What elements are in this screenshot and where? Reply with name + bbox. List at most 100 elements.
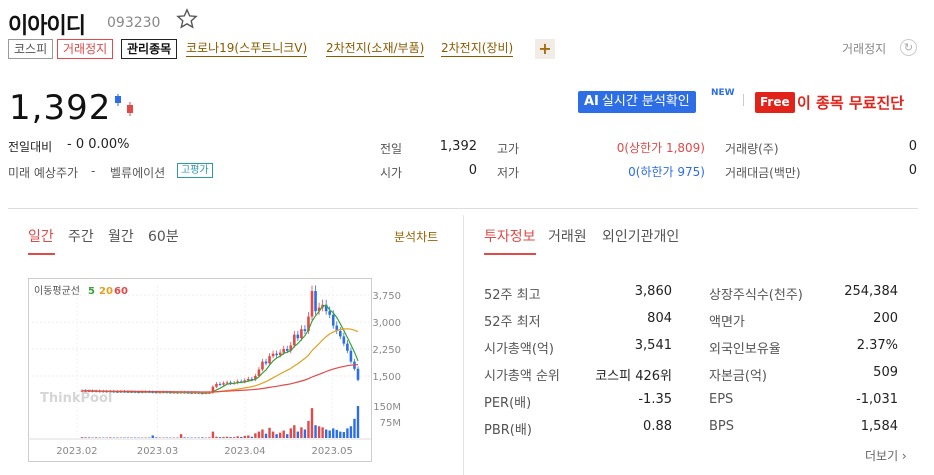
- volume-bar: [250, 436, 254, 438]
- volume-bar: [264, 433, 268, 438]
- stock-name: 이아이디: [8, 14, 86, 39]
- volume-bar: [155, 437, 158, 438]
- candle-body: [282, 349, 285, 353]
- more-link[interactable]: 더보기 ›: [865, 447, 907, 464]
- volume-bar: [218, 437, 222, 438]
- investment-value: 509: [873, 365, 898, 380]
- theme-link-covid[interactable]: 코로나19(스푸트니크V): [186, 40, 308, 57]
- volume-bar: [179, 434, 183, 438]
- favorite-star-icon[interactable]: [176, 8, 198, 30]
- tab-investor-types[interactable]: 외인기관개인: [602, 226, 679, 246]
- add-theme-button[interactable]: +: [535, 39, 555, 59]
- analysis-chart-link[interactable]: 분석차트: [394, 228, 438, 245]
- valuation-label: 벨류에이션: [110, 166, 166, 180]
- price-chart[interactable]: 3,750 3,000 2,250 1,500 150M 75M 2023.02 2023.…: [28, 278, 402, 462]
- investment-label: 자본금(억): [709, 369, 767, 384]
- volume-bar: [303, 429, 307, 438]
- investment-value: 코스피 426위: [595, 369, 672, 384]
- volume-bar: [339, 431, 342, 438]
- volume-bar: [151, 435, 154, 438]
- prev-close-value: 1,392: [439, 139, 477, 154]
- open-label: 시가: [380, 166, 403, 180]
- candle-body: [328, 311, 331, 315]
- volume-bar: [268, 427, 271, 438]
- theme-link-battery-materials[interactable]: 2차전지(소재/부품): [326, 40, 425, 57]
- volume-bar: [222, 436, 225, 438]
- volume-bar: [328, 430, 331, 438]
- free-badge[interactable]: Free: [755, 92, 795, 113]
- ai-analysis-button[interactable]: AI 실시간 분석확인: [578, 91, 696, 113]
- volume-tick-label: 75M: [380, 418, 401, 429]
- current-price: 1,392: [9, 88, 112, 128]
- candle-body: [225, 382, 229, 384]
- candle-body: [314, 291, 317, 312]
- volume-bar: [293, 425, 296, 438]
- volume-bar: [275, 434, 278, 438]
- volume-bar: [236, 436, 239, 438]
- candle-body: [293, 334, 296, 346]
- investment-value: 1,584: [860, 419, 898, 434]
- candle-body: [257, 369, 261, 376]
- volume-bar: [229, 437, 232, 438]
- ma60-label: 60: [114, 286, 128, 297]
- candlestick-icon[interactable]: [112, 92, 138, 118]
- future-price-value: -: [91, 164, 96, 178]
- candle-body: [264, 361, 268, 364]
- investment-value: 804: [647, 311, 672, 326]
- volume-bar: [282, 430, 285, 438]
- section-divider: [8, 208, 918, 209]
- ai-prefix: AI: [584, 94, 599, 109]
- volume-bar: [84, 437, 87, 438]
- volume-bar: [300, 427, 303, 438]
- free-diagnosis-link[interactable]: 이 종목 무료진단: [797, 92, 904, 113]
- tab-daily[interactable]: 일간: [28, 226, 54, 246]
- change-label: 전일대비: [8, 140, 53, 154]
- volume-bar: [80, 437, 84, 438]
- column-divider: [463, 215, 464, 475]
- volume-bar: [307, 420, 310, 438]
- investment-value: 200: [873, 311, 898, 326]
- investment-label: 52주 최저: [484, 315, 541, 330]
- theme-link-battery-equipment[interactable]: 2차전지(장비): [441, 40, 514, 57]
- y-tick-label: 3,000: [372, 318, 401, 329]
- investment-label: 시가총액(억): [484, 342, 554, 357]
- candle-body: [310, 291, 314, 317]
- investment-label: 외국인보유율: [709, 342, 781, 357]
- investment-value: 3,860: [634, 284, 672, 299]
- candle-body: [268, 356, 271, 364]
- x-tick-label: 2023.05: [312, 446, 353, 457]
- volume-bar: [349, 426, 353, 438]
- volume-bar: [257, 431, 261, 438]
- volume-bar: [296, 431, 300, 438]
- candle-body: [300, 329, 303, 339]
- trading-status: 거래정지: [842, 42, 887, 56]
- volume-bar: [225, 436, 229, 438]
- tab-monthly[interactable]: 월간: [108, 226, 134, 246]
- tab-brokers[interactable]: 거래원: [548, 226, 587, 246]
- investment-label: BPS: [709, 419, 735, 434]
- change-value: - 0 0.00%: [67, 137, 130, 152]
- tab-60min[interactable]: 60분: [148, 226, 179, 246]
- volume-bar: [232, 437, 236, 438]
- investment-label: 액면가: [709, 315, 745, 330]
- candle-body: [218, 383, 222, 385]
- volume-bar: [289, 428, 292, 438]
- volume-bar: [310, 408, 314, 438]
- active-tab-indicator: [28, 253, 55, 255]
- tab-weekly[interactable]: 주간: [68, 226, 94, 246]
- ma5-label: 5: [88, 286, 95, 297]
- volume-bar: [201, 437, 204, 438]
- candle-body: [303, 329, 307, 331]
- chart-watermark: ThinkPool: [40, 391, 112, 406]
- volume-tick-label: 150M: [373, 402, 401, 413]
- active-info-tab-indicator: [484, 253, 536, 255]
- candle-body: [346, 343, 349, 351]
- high-label: 고가: [497, 142, 520, 156]
- volume-value: 0: [908, 139, 917, 154]
- volume-bar: [208, 437, 211, 438]
- candle-body: [296, 334, 300, 339]
- refresh-icon[interactable]: ↻: [900, 39, 917, 56]
- tab-investment-info[interactable]: 투자정보: [484, 226, 536, 246]
- x-tick-label: 2023.02: [56, 446, 97, 457]
- high-value: 0(상한가 1,809): [616, 141, 705, 155]
